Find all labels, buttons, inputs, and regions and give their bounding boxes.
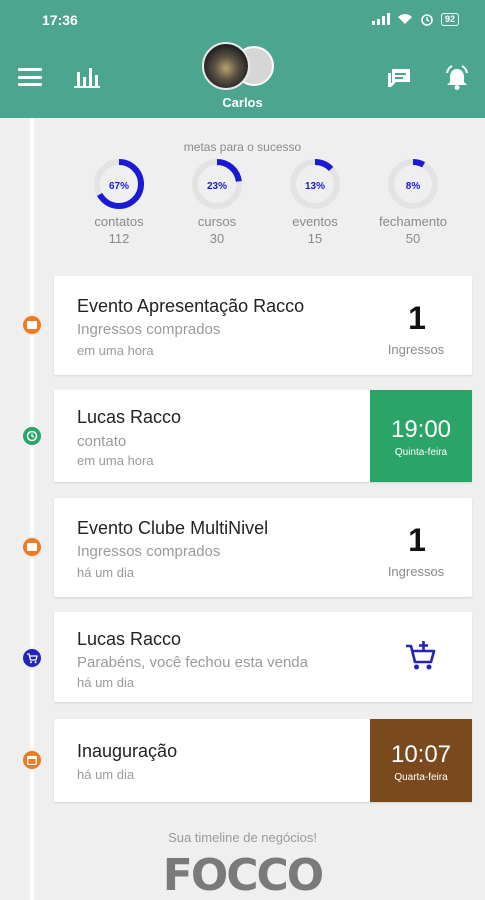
signal-icon [371, 13, 390, 25]
goal-percent: 67% [108, 181, 129, 192]
ticket-icon [23, 538, 41, 556]
timeline-card[interactable]: Inauguração há um dia 10:07 Quarta-feira [54, 719, 472, 802]
avatar[interactable] [202, 42, 250, 90]
clock-icon [23, 427, 41, 445]
profile-avatars[interactable] [202, 42, 282, 94]
timeline-line [30, 118, 34, 900]
cart-plus-icon[interactable] [404, 640, 436, 672]
goal-label: eventos [292, 214, 338, 229]
card-title: Lucas Racco [77, 629, 182, 649]
card-title: Inauguração [77, 741, 178, 761]
event-weekday: Quinta-feira [394, 447, 448, 458]
event-time: 19:00 [390, 416, 452, 443]
card-subtitle: Parabéns, você fechou esta venda [77, 654, 308, 671]
wifi-icon [397, 14, 412, 24]
status-icons: 92 [371, 12, 459, 26]
ticket-count-label: Ingressos [387, 342, 445, 357]
status-time: 17:36 [42, 12, 78, 28]
event-time: 10:07 [390, 741, 452, 768]
ticket-icon [23, 316, 41, 334]
alarm-status-icon [421, 14, 433, 26]
calendar-icon [23, 751, 41, 769]
timeline-card[interactable]: Lucas Racco Parabéns, você fechou esta v… [54, 612, 472, 702]
goal-eventos[interactable]: 13% eventos 15 [275, 158, 355, 246]
footer-tagline: Sua timeline de negócios! [168, 830, 317, 845]
card-subtitle: contato [77, 433, 127, 450]
app-header: 17:36 92 Carlos [0, 0, 485, 118]
goals-title: metas para o sucesso [183, 140, 302, 154]
card-time: em uma hora [77, 453, 154, 468]
timeline-card[interactable]: Evento Apresentação Racco Ingressos comp… [54, 276, 472, 375]
profile-name: Carlos [222, 95, 263, 110]
goal-fechamento[interactable]: 8% fechamento 50 [373, 158, 453, 246]
status-bar: 17:36 92 [0, 0, 485, 40]
battery-indicator: 92 [440, 12, 459, 26]
card-time: em uma hora [77, 343, 154, 358]
cart-plus-icon [23, 649, 41, 667]
goal-percent: 8% [405, 181, 421, 192]
chat-icon[interactable] [386, 66, 412, 90]
card-time: há um dia [77, 675, 135, 690]
timeline-dot [21, 536, 43, 558]
timeline-dot [21, 314, 43, 336]
goal-count: 15 [307, 231, 323, 246]
goal-percent: 13% [304, 181, 325, 192]
card-title: Evento Apresentação Racco [77, 296, 305, 316]
ticket-count: 1 [408, 300, 426, 336]
ticket-count: 1 [408, 522, 426, 558]
goal-count: 50 [405, 231, 421, 246]
timeline-dot [21, 425, 43, 447]
goal-cursos[interactable]: 23% cursos 30 [177, 158, 257, 246]
goal-count: 30 [209, 231, 225, 246]
timeline-dot [21, 647, 43, 669]
bar-chart-icon[interactable] [74, 66, 100, 88]
goal-percent: 23% [206, 181, 227, 192]
timeline-card[interactable]: Evento Clube MultiNivel Ingressos compra… [54, 498, 472, 597]
card-title: Lucas Racco [77, 407, 182, 427]
brand-logo: FOCCO [162, 850, 324, 900]
goal-contatos[interactable]: 67% contatos 112 [79, 158, 159, 246]
time-box: 19:00 Quinta-feira [370, 390, 472, 482]
timeline-dot [21, 749, 43, 771]
goal-count: 112 [108, 231, 130, 246]
ticket-count-label: Ingressos [387, 564, 445, 579]
card-title: Evento Clube MultiNivel [77, 518, 269, 538]
goal-label: cursos [197, 214, 237, 229]
alarm-icon[interactable] [444, 65, 470, 91]
card-subtitle: Ingressos comprados [77, 543, 221, 560]
card-subtitle: Ingressos comprados [77, 321, 221, 338]
goal-label: contatos [94, 214, 144, 229]
card-time: há um dia [77, 565, 135, 580]
card-time: há um dia [77, 767, 135, 782]
time-box: 10:07 Quarta-feira [370, 719, 472, 802]
goal-label: fechamento [379, 214, 447, 229]
timeline-card[interactable]: Lucas Racco contato em uma hora 19:00 Qu… [54, 390, 472, 482]
menu-button[interactable] [18, 68, 42, 86]
event-weekday: Quarta-feira [394, 772, 448, 783]
